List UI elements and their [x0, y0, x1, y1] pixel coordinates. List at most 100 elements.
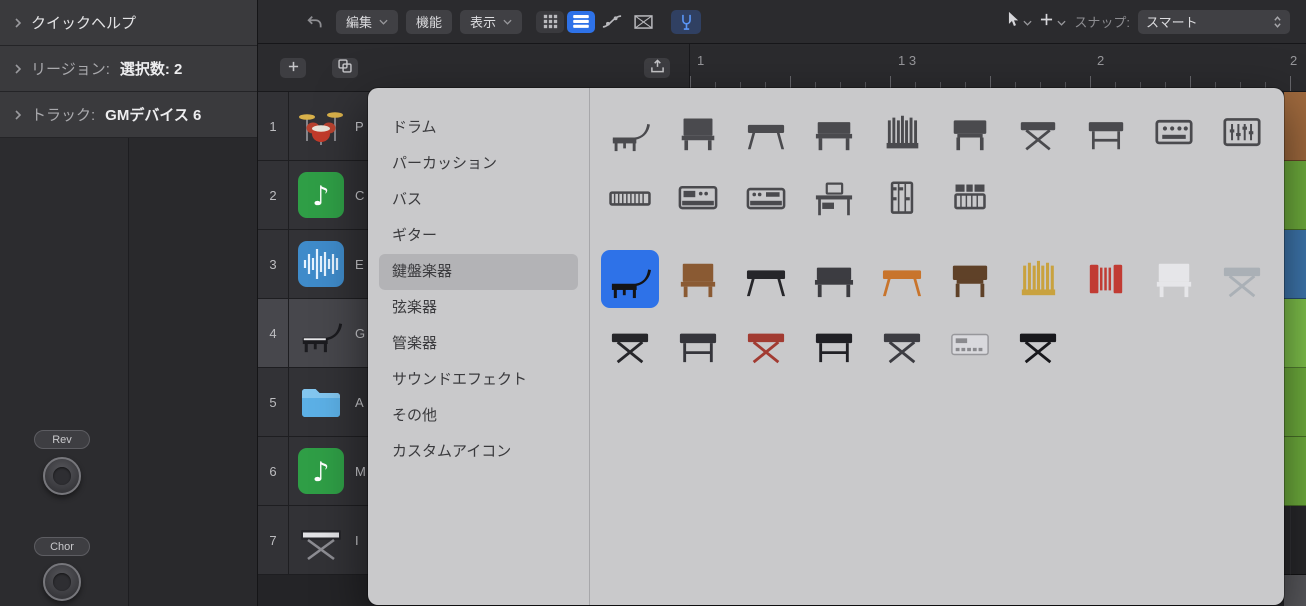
instrument-icon-cell[interactable] — [800, 100, 868, 166]
marquee-tool-button[interactable] — [629, 11, 657, 33]
region-strip[interactable] — [1284, 299, 1306, 368]
icon-category[interactable]: カスタムアイコン — [379, 434, 578, 470]
icon-category[interactable]: ドラム — [379, 110, 578, 146]
track-number: 1 — [258, 92, 289, 160]
instrument-icon-cell[interactable] — [1004, 312, 1072, 378]
instrument-icon-cell[interactable] — [1208, 100, 1276, 166]
pointer-tool-button[interactable] — [1006, 11, 1032, 32]
chevron-down-icon — [1023, 13, 1032, 31]
bar-ruler[interactable]: 11 322 — [690, 44, 1306, 92]
instrument-icon-cell[interactable] — [868, 100, 936, 166]
undo-arrow-button[interactable] — [300, 11, 328, 33]
plus-tool-button[interactable] — [1040, 13, 1066, 31]
region-strip[interactable] — [1284, 161, 1306, 230]
vertical-keyboard-icon — [880, 180, 924, 218]
icon-category[interactable]: その他 — [379, 398, 578, 434]
instrument-icon-cell[interactable] — [1140, 100, 1208, 166]
pipe-organ-icon — [880, 114, 924, 152]
tray-arrow-up-icon — [650, 59, 665, 78]
icon-category[interactable]: 弦楽器 — [379, 290, 578, 326]
chevron-down-icon — [503, 19, 512, 25]
hide-tracks-button[interactable] — [644, 58, 670, 78]
instrument-icon-cell[interactable] — [596, 100, 664, 166]
instrument-icon-cell[interactable] — [800, 312, 868, 378]
instrument-icon-cell[interactable] — [732, 246, 800, 312]
chevron-right-icon — [15, 110, 21, 120]
quick-help-label: クイックヘルプ — [31, 12, 136, 33]
instrument-icon-cell[interactable] — [664, 312, 732, 378]
track-disclosure[interactable]: トラック: GMデバイス 6 — [0, 92, 257, 138]
instrument-icon-cell[interactable] — [936, 100, 1004, 166]
electric-piano-color-icon — [743, 259, 789, 299]
quick-help-disclosure[interactable]: クイックヘルプ — [0, 0, 257, 46]
chorus-send-button[interactable]: Chor — [34, 537, 90, 556]
icon-category[interactable]: バス — [379, 182, 578, 218]
instrument-icon-cell[interactable] — [664, 100, 732, 166]
snap-select[interactable]: スマート — [1138, 10, 1290, 34]
instrument-icon-cell[interactable] — [800, 246, 868, 312]
icon-category[interactable]: サウンドエフェクト — [379, 362, 578, 398]
track-number: 6 — [258, 437, 289, 505]
instrument-icon-cell[interactable] — [732, 100, 800, 166]
tracks-view-button[interactable] — [567, 11, 595, 33]
reverb-knob[interactable] — [43, 457, 81, 495]
region-strip[interactable] — [1284, 92, 1306, 161]
instrument-icon-cell[interactable] — [936, 312, 1004, 378]
region-strip[interactable] — [1284, 437, 1306, 506]
duplicate-track-button[interactable] — [332, 58, 358, 78]
instrument-icon-cell[interactable] — [732, 312, 800, 378]
digital-synth-color-icon — [811, 325, 857, 365]
automation-button[interactable] — [598, 11, 626, 33]
menu-functions-button[interactable]: 機能 — [406, 10, 452, 34]
instrument-icon-cell[interactable] — [936, 166, 1004, 232]
add-track-button[interactable] — [280, 58, 306, 78]
instrument-icon-cell[interactable] — [664, 166, 732, 232]
keyboard-icon — [298, 517, 344, 563]
grand-piano-icon — [608, 114, 652, 152]
instrument-icon-cell[interactable] — [868, 166, 936, 232]
instrument-icon-cell[interactable] — [732, 166, 800, 232]
reverb-send-button[interactable]: Rev — [34, 430, 90, 449]
chorus-knob[interactable] — [43, 563, 81, 601]
instrument-icon-cell[interactable] — [868, 246, 936, 312]
instrument-icon-cell[interactable] — [1072, 246, 1140, 312]
icon-grid — [590, 88, 1284, 605]
instrument-icon-cell[interactable] — [596, 166, 664, 232]
menu-view-label: 表示 — [470, 12, 496, 31]
duplicate-icon — [338, 59, 352, 78]
instrument-icon-cell[interactable] — [1072, 100, 1140, 166]
view-mode-segment — [536, 11, 657, 33]
instrument-icon-cell[interactable] — [1208, 246, 1276, 312]
instrument-icon-cell[interactable] — [664, 246, 732, 312]
icon-category[interactable]: 管楽器 — [379, 326, 578, 362]
instrument-icon-cell[interactable] — [596, 246, 664, 312]
catch-playhead-button[interactable] — [671, 10, 701, 34]
region-disclosure[interactable]: リージョン: 選択数: 2 — [0, 46, 257, 92]
region-strip[interactable] — [1284, 230, 1306, 299]
scrollbar-corner[interactable] — [1284, 575, 1306, 606]
instrument-icon-cell[interactable] — [868, 312, 936, 378]
menu-edit-button[interactable]: 編集 — [336, 10, 398, 34]
chevron-right-icon — [15, 18, 21, 28]
instrument-icon-cell[interactable] — [1004, 100, 1072, 166]
grid-view-button[interactable] — [536, 11, 564, 33]
software-instrument-icon: ♪ — [298, 172, 344, 218]
instrument-icon-cell[interactable] — [936, 246, 1004, 312]
track-header-bar — [258, 44, 690, 92]
ruler-bar-number: 2 — [1097, 53, 1104, 68]
track-name-fragment: G — [355, 326, 365, 341]
synth-faders-icon — [1220, 114, 1264, 152]
icon-category[interactable]: ギター — [379, 218, 578, 254]
instrument-icon-cell[interactable] — [1140, 246, 1208, 312]
sequencer-color-icon — [947, 325, 993, 365]
chevron-right-icon — [15, 64, 21, 74]
region-strip[interactable] — [1284, 506, 1306, 575]
console-piano-icon — [812, 114, 856, 152]
menu-view-button[interactable]: 表示 — [460, 10, 522, 34]
instrument-icon-cell[interactable] — [1004, 246, 1072, 312]
icon-category[interactable]: パーカッション — [379, 146, 578, 182]
icon-category[interactable]: 鍵盤楽器 — [379, 254, 578, 290]
instrument-icon-cell[interactable] — [800, 166, 868, 232]
region-strip[interactable] — [1284, 368, 1306, 437]
instrument-icon-cell[interactable] — [596, 312, 664, 378]
